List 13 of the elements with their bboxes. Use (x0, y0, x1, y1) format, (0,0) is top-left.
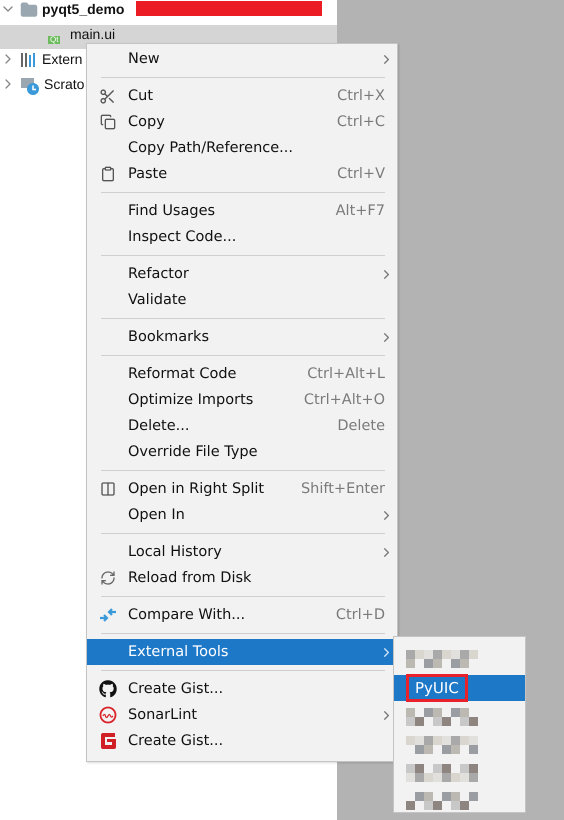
shortcut-text: Ctrl+D (336, 607, 385, 623)
shortcut-text: Ctrl+Alt+L (307, 366, 385, 382)
shortcut-text: Ctrl+Alt+O (304, 392, 385, 408)
shortcut-text: Alt+F7 (336, 203, 385, 219)
shortcut-text: Ctrl+C (336, 114, 385, 130)
shortcut-text: Delete (337, 418, 385, 434)
shortcut-text: Shift+Enter (300, 481, 385, 497)
tree-item-label: Extern (42, 51, 82, 67)
shortcut-text: Ctrl+V (337, 166, 385, 182)
tree-item-label: main.ui (70, 26, 116, 42)
tree-item-label: pyqt5_demo (42, 1, 124, 17)
tree-item-label: Scrato (44, 76, 84, 92)
shortcut-text: Ctrl+X (337, 88, 385, 104)
